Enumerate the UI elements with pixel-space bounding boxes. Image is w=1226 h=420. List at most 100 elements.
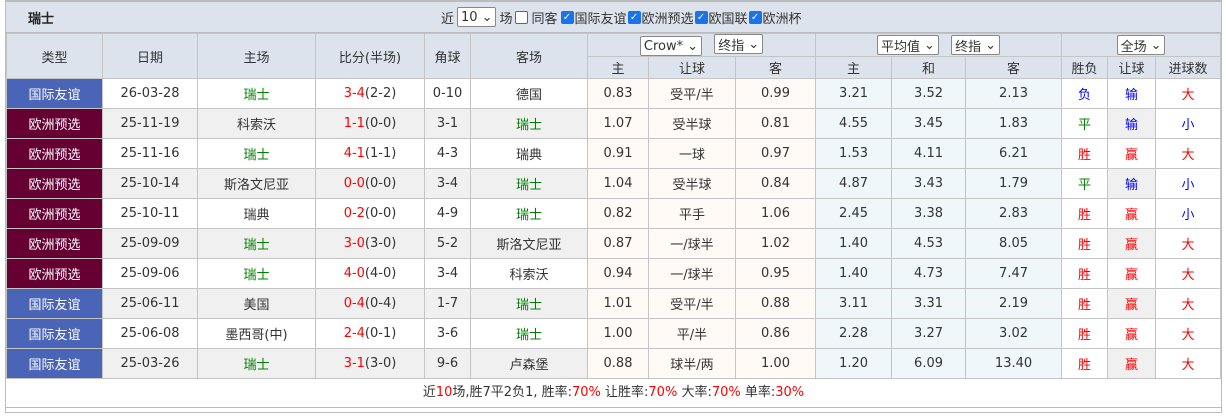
company-select[interactable]: Crow* ⌄ (639, 36, 703, 56)
score[interactable]: 2-4(0-1) (315, 318, 425, 349)
away-team[interactable]: 瑞士 (470, 108, 588, 139)
match-type[interactable]: 国际友谊 (6, 78, 103, 109)
score[interactable]: 0-2(0-0) (315, 198, 425, 229)
table-row[interactable]: 国际友谊 25-03-26 瑞士 3-1(3-0) 9-6 卢森堡 0.88 球… (6, 348, 1222, 379)
col-ah-home: 主 (587, 56, 649, 79)
home-team[interactable]: 瑞士 (197, 228, 316, 259)
same-home-checkbox[interactable] (515, 10, 529, 24)
chevron-down-icon: ⌄ (481, 9, 493, 25)
away-team[interactable]: 瑞典 (470, 138, 588, 169)
competition-checkbox[interactable]: ✓ (748, 10, 762, 24)
home-team[interactable]: 瑞士 (197, 138, 316, 169)
match-type[interactable]: 国际友谊 (6, 348, 103, 379)
table-row[interactable]: 欧洲预选 25-09-09 瑞士 3-0(3-0) 5-2 斯洛文尼亚 0.87… (6, 228, 1222, 259)
score[interactable]: 0-4(0-4) (315, 288, 425, 319)
col-eu-home: 主 (815, 56, 893, 79)
home-team[interactable]: 斯洛文尼亚 (197, 168, 316, 199)
avg-select[interactable]: 平均值 ⌄ (877, 35, 939, 55)
corners: 3-4 (424, 168, 471, 199)
score[interactable]: 1-1(0-0) (315, 108, 425, 139)
competition-checkbox[interactable]: ✓ (694, 10, 708, 24)
away-team[interactable]: 瑞士 (470, 168, 588, 199)
home-team[interactable]: 美国 (197, 288, 316, 319)
ah-type-select[interactable]: 终指 ⌄ (714, 34, 764, 54)
score[interactable]: 3-4(2-2) (315, 78, 425, 109)
half-time-score: (0-0) (364, 206, 397, 221)
period-value: 全场 (1120, 39, 1147, 55)
panel-header: 瑞士 近 10 ⌄ 场 同客 ✓ 国际友谊 ✓ 欧洲预选 ✓ 欧国联 ✓ 欧洲杯 (6, 2, 1221, 33)
score[interactable]: 3-0(3-0) (315, 228, 425, 259)
ah-home-odds: 0.91 (587, 138, 649, 169)
result-handicap: 赢 (1107, 288, 1157, 319)
table-row[interactable]: 欧洲预选 25-10-14 斯洛文尼亚 0-0(0-0) 3-4 瑞士 1.04… (6, 168, 1222, 199)
table-row[interactable]: 欧洲预选 25-11-19 科索沃 1-1(0-0) 3-1 瑞士 1.07 受… (6, 108, 1222, 139)
full-time-score: 3-1 (343, 356, 365, 371)
match-type[interactable]: 欧洲预选 (6, 168, 103, 199)
same-home-label: 同客 (531, 11, 558, 27)
table-row[interactable]: 国际友谊 25-06-11 美国 0-4(0-4) 1-7 瑞士 1.01 受平… (6, 288, 1222, 319)
away-team[interactable]: 科索沃 (470, 258, 588, 289)
home-team[interactable]: 瑞士 (197, 78, 316, 109)
table-row[interactable]: 欧洲预选 25-11-16 瑞士 4-1(1-1) 4-3 瑞典 0.91 一球… (6, 138, 1222, 169)
match-date: 26-03-28 (102, 78, 198, 109)
ah-line: 平/半 (648, 318, 736, 349)
table-row[interactable]: 欧洲预选 25-09-06 瑞士 4-0(4-0) 3-4 科索沃 0.94 一… (6, 258, 1222, 289)
away-team[interactable]: 斯洛文尼亚 (470, 228, 588, 259)
eu-type-value: 终指 (955, 39, 982, 55)
col-home: 主场 (197, 33, 316, 79)
match-type[interactable]: 欧洲预选 (6, 108, 103, 139)
eu-type-select[interactable]: 终指 ⌄ (951, 35, 1001, 55)
table-row[interactable]: 国际友谊 26-03-28 瑞士 3-4(2-2) 0-10 德国 0.83 受… (6, 78, 1222, 109)
eu-home-odds: 1.40 (815, 228, 893, 259)
home-team[interactable]: 瑞士 (197, 348, 316, 379)
chevron-down-icon: ⌄ (1150, 37, 1162, 53)
ah-home-odds: 1.00 (587, 318, 649, 349)
ah-away-odds: 1.06 (734, 198, 817, 229)
match-date: 25-09-09 (102, 228, 198, 259)
match-count-select[interactable]: 10 ⌄ (457, 7, 497, 27)
home-team[interactable]: 瑞士 (197, 258, 316, 289)
score[interactable]: 0-0(0-0) (315, 168, 425, 199)
competition-checkbox[interactable]: ✓ (560, 10, 574, 24)
competition-checkbox[interactable]: ✓ (627, 10, 641, 24)
match-type[interactable]: 欧洲预选 (6, 198, 103, 229)
score[interactable]: 4-0(4-0) (315, 258, 425, 289)
score[interactable]: 4-1(1-1) (315, 138, 425, 169)
match-type[interactable]: 欧洲预选 (6, 138, 103, 169)
ah-away-odds: 0.84 (734, 168, 817, 199)
match-type[interactable]: 国际友谊 (6, 318, 103, 349)
half-time-score: (0-0) (364, 116, 397, 131)
s-odd-rate: 30% (775, 385, 805, 400)
away-team[interactable]: 卢森堡 (470, 348, 588, 379)
result-wdl: 负 (1061, 78, 1109, 109)
result-handicap: 赢 (1107, 228, 1157, 259)
score[interactable]: 3-1(3-0) (315, 348, 425, 379)
match-type[interactable]: 国际友谊 (6, 288, 103, 319)
chevron-down-icon: ⌄ (985, 37, 997, 53)
s-win-rate: 70% (571, 385, 601, 400)
corners: 4-9 (424, 198, 471, 229)
result-wdl: 胜 (1061, 318, 1109, 349)
full-time-score: 1-1 (343, 116, 365, 131)
col-ah-away: 客 (734, 56, 817, 79)
table-row[interactable]: 国际友谊 25-06-08 墨西哥(中) 2-4(0-1) 3-6 瑞士 1.0… (6, 318, 1222, 349)
table-row[interactable]: 欧洲预选 25-10-11 瑞典 0-2(0-0) 4-9 瑞士 0.82 平手… (6, 198, 1222, 229)
home-team[interactable]: 墨西哥(中) (197, 318, 316, 349)
match-type[interactable]: 欧洲预选 (6, 258, 103, 289)
home-team[interactable]: 瑞典 (197, 198, 316, 229)
s-count: 10 (435, 385, 453, 400)
period-select[interactable]: 全场 ⌄ (1116, 35, 1166, 55)
match-type[interactable]: 欧洲预选 (6, 228, 103, 259)
result-goals: 大 (1155, 228, 1222, 259)
away-team[interactable]: 瑞士 (470, 198, 588, 229)
away-team[interactable]: 瑞士 (470, 288, 588, 319)
result-goals: 小 (1155, 198, 1222, 229)
match-date: 25-06-08 (102, 318, 198, 349)
col-eu-away: 客 (965, 56, 1063, 79)
away-team[interactable]: 瑞士 (470, 318, 588, 349)
full-time-score: 4-1 (343, 146, 365, 161)
result-handicap: 赢 (1107, 258, 1157, 289)
away-team[interactable]: 德国 (470, 78, 588, 109)
home-team[interactable]: 科索沃 (197, 108, 316, 139)
eu-away-odds: 2.13 (965, 78, 1063, 109)
